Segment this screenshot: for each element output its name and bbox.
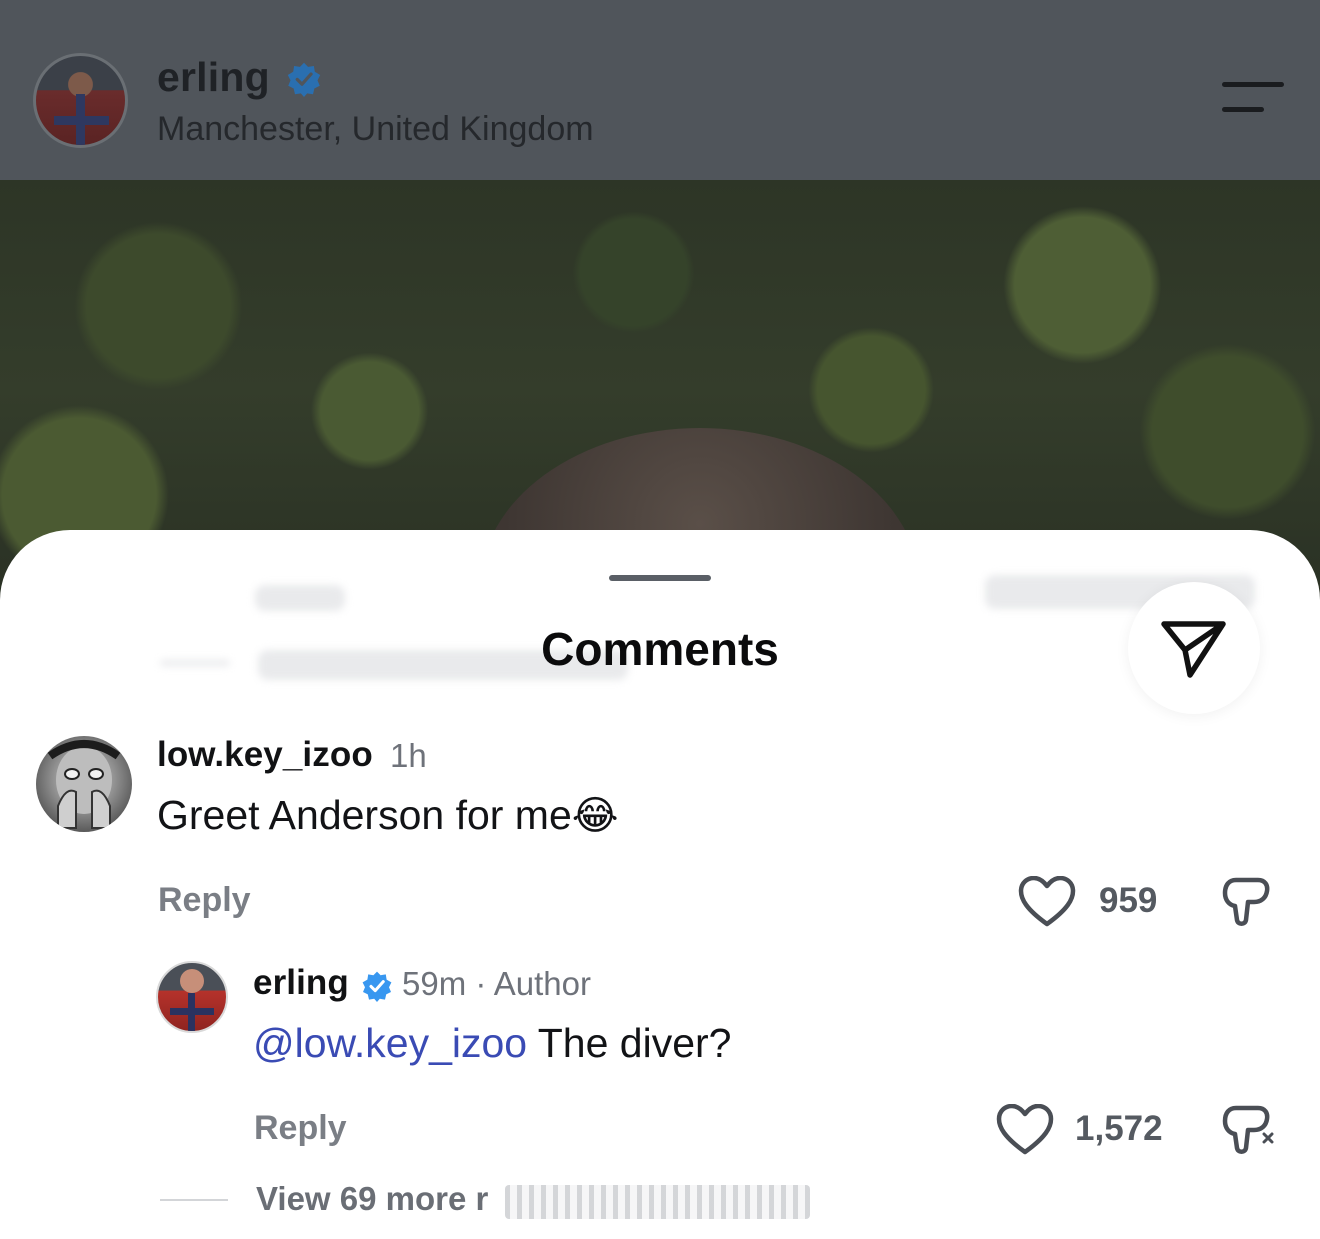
reply-timestamp: 59m [402,965,467,1002]
reply-meta: 59m · Author [402,965,591,1003]
watermark-overlay [505,1185,810,1219]
post-author-username[interactable]: erling [157,54,270,101]
post-location[interactable]: Manchester, United Kingdom [157,110,594,149]
send-icon [1161,621,1226,678]
comment-text: Greet Anderson for me😂 [157,792,619,838]
post-header: erling Manchester, United Kingdom [0,0,1320,180]
dislike-icon[interactable] [1220,1104,1278,1162]
reply-username[interactable]: erling [253,963,349,1003]
laughing-emoji: 😂 [571,794,619,838]
share-button[interactable] [1128,582,1260,714]
reply-button[interactable]: Reply [158,881,251,920]
heart-icon[interactable] [996,1104,1054,1156]
view-more-divider [160,1199,228,1201]
reply-button[interactable]: Reply [254,1109,347,1148]
verified-badge-icon [287,62,321,97]
meta-separator: · [475,965,487,1002]
view-more-replies[interactable]: View 69 more r [256,1180,488,1218]
heart-icon[interactable] [1018,876,1076,928]
verified-badge-icon [362,971,392,1002]
reply-author-avatar[interactable] [156,961,228,1033]
comment-username[interactable]: low.key_izoo [157,735,373,775]
reply-text: @low.key_izoo The diver? [253,1020,732,1066]
like-count: 1,572 [1075,1109,1163,1148]
menu-icon[interactable] [1222,80,1284,120]
commenter-avatar[interactable] [36,736,132,832]
sheet-drag-handle[interactable] [609,575,711,581]
blurred-background-text [255,585,345,611]
post-author-avatar[interactable] [33,53,128,148]
comments-title: Comments [541,623,779,675]
like-count: 959 [1099,881,1158,920]
author-label: Author [493,965,591,1002]
comment-timestamp: 1h [390,737,427,774]
mention-link[interactable]: @low.key_izoo [253,1020,527,1066]
dislike-icon[interactable] [1220,876,1272,928]
comments-sheet: Comments low.key_izoo 1h Greet Anderson … [0,530,1320,1239]
